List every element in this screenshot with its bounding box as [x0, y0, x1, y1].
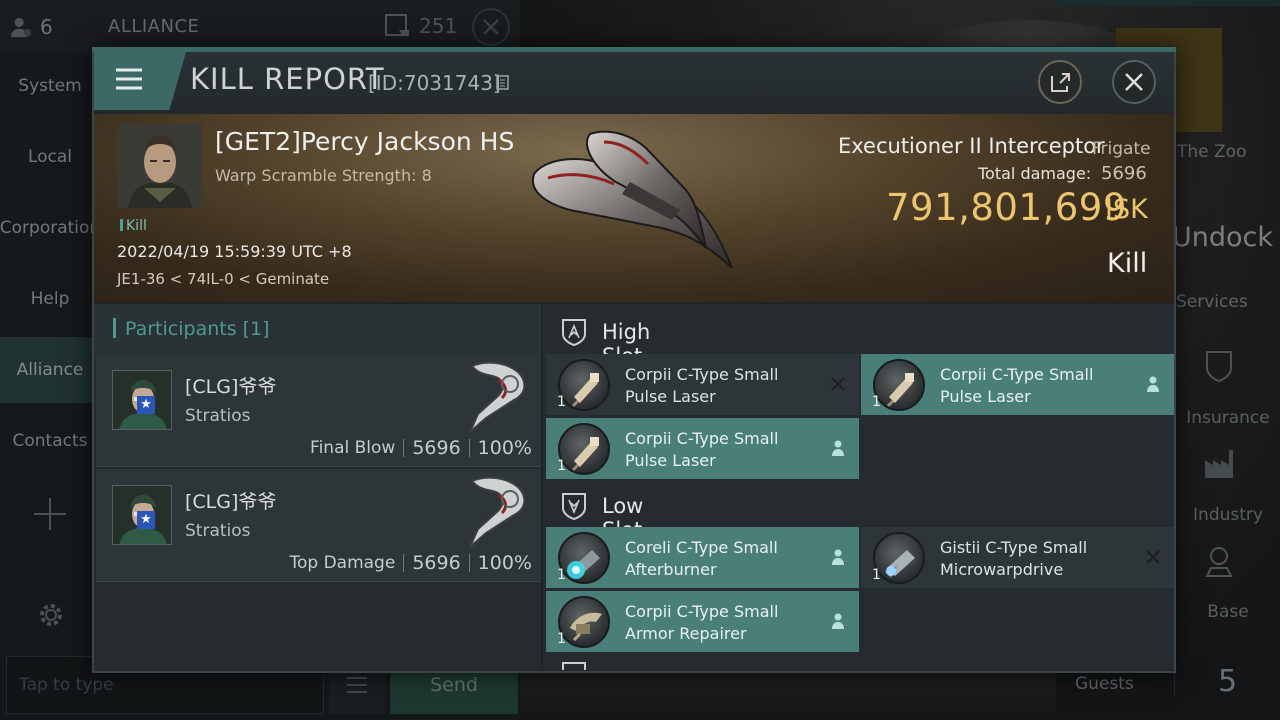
star-icon: ★ [137, 511, 155, 529]
shield-icon [562, 662, 586, 670]
star-icon: ★ [137, 396, 155, 414]
victim-portrait[interactable] [118, 124, 202, 208]
kill-result: Kill [1107, 248, 1148, 279]
module-quantity: 1 [557, 394, 566, 410]
dropped-person-icon [832, 549, 844, 565]
shield-icon [562, 319, 586, 346]
module-item[interactable]: 1 Corpii C-Type Small Pulse Laser [546, 418, 859, 479]
stats-divider [403, 554, 405, 572]
isk-value: 791,801,699 [886, 186, 1127, 229]
next-slot-header-clipped [545, 655, 1174, 670]
participant-stats: Final Blow 5696 100% [310, 437, 532, 459]
report-id: [ID:7031743] [368, 71, 501, 95]
module-name: Gistii C-Type Small Microwarpdrive [940, 538, 1088, 579]
module-item[interactable]: 1 Corpii C-Type Small Pulse Laser [546, 354, 859, 415]
module-quantity: 1 [557, 458, 566, 474]
copy-icon[interactable] [494, 75, 510, 91]
participant-row[interactable]: ★ [CLG]爷爷 Stratios Top Damage 5696 100% [96, 469, 541, 582]
module-item[interactable]: 1 Corpii C-Type Small Armor Repairer [546, 591, 859, 652]
destroyed-icon [831, 377, 845, 391]
module-quantity: 1 [557, 567, 566, 583]
dropped-person-icon [1147, 376, 1159, 392]
stats-divider [468, 554, 470, 572]
victim-ship-image [531, 130, 733, 269]
victim-ship-class: Frigate [1092, 139, 1151, 159]
stats-divider [468, 439, 470, 457]
warp-scramble-strength: Warp Scramble Strength: 8 [215, 166, 432, 185]
dropped-person-icon [832, 440, 844, 456]
shield-icon [562, 493, 586, 520]
victim-ship-name[interactable]: Executioner II Interceptor [838, 134, 1105, 158]
share-icon [1051, 73, 1070, 92]
page-title: KILL REPORT [190, 62, 385, 96]
participant-ship-image [469, 361, 526, 433]
module-quantity: 1 [557, 631, 566, 647]
module-item[interactable]: 1 Corpii C-Type Small Pulse Laser [861, 354, 1174, 415]
participant-damage: 5696 [412, 437, 461, 459]
module-name: Corpii C-Type Small Pulse Laser [625, 429, 779, 470]
participant-role: Final Blow [310, 438, 396, 458]
participant-ship: Stratios [185, 521, 251, 541]
module-name: Corpii C-Type Small Pulse Laser [940, 365, 1094, 406]
isk-unit: ISK [1105, 194, 1148, 225]
total-damage-label: Total damage: [978, 164, 1092, 183]
participant-role: Top Damage [289, 553, 396, 573]
module-quantity: 1 [872, 394, 881, 410]
share-button[interactable] [1038, 60, 1082, 104]
kill-tag: Kill [120, 218, 147, 234]
participant-stats: Top Damage 5696 100% [289, 552, 532, 574]
participant-row[interactable]: ★ [CLG]爷爷 Stratios Final Blow 5696 100% [96, 354, 541, 467]
participant-percent: 100% [477, 552, 532, 574]
hamburger-menu-icon [116, 68, 142, 90]
close-button[interactable] [1112, 60, 1156, 104]
participant-ship: Stratios [185, 406, 251, 426]
participant-ship-image [469, 476, 526, 548]
destroyed-icon [1146, 550, 1160, 564]
module-quantity: 1 [872, 567, 881, 583]
module-item[interactable]: 1 Gistii C-Type Small Microwarpdrive [861, 527, 1174, 588]
victim-avatar [118, 124, 202, 208]
module-name: Coreli C-Type Small Afterburner [625, 538, 778, 579]
modal-accent-bar [92, 47, 1176, 52]
module-name: Corpii C-Type Small Armor Repairer [625, 602, 779, 643]
kill-datetime: 2022/04/19 15:59:39 UTC +8 [117, 242, 352, 261]
close-icon [1125, 73, 1143, 91]
participant-name[interactable]: [CLG]爷爷 [185, 372, 276, 399]
participant-damage: 5696 [412, 552, 461, 574]
total-damage-value: 5696 [1101, 163, 1147, 184]
module-name: Corpii C-Type Small Pulse Laser [625, 365, 779, 406]
stats-divider [403, 439, 405, 457]
module-item[interactable]: 1 Coreli C-Type Small Afterburner [546, 527, 859, 588]
participants-title: Participants [1] [113, 318, 270, 340]
participant-name[interactable]: [CLG]爷爷 [185, 487, 276, 514]
dropped-person-icon [832, 613, 844, 629]
kill-location[interactable]: JE1-36 < 74IL-0 < Geminate [117, 270, 329, 288]
victim-name[interactable]: [GET2]Percy Jackson HS [215, 127, 514, 156]
participant-percent: 100% [477, 437, 532, 459]
